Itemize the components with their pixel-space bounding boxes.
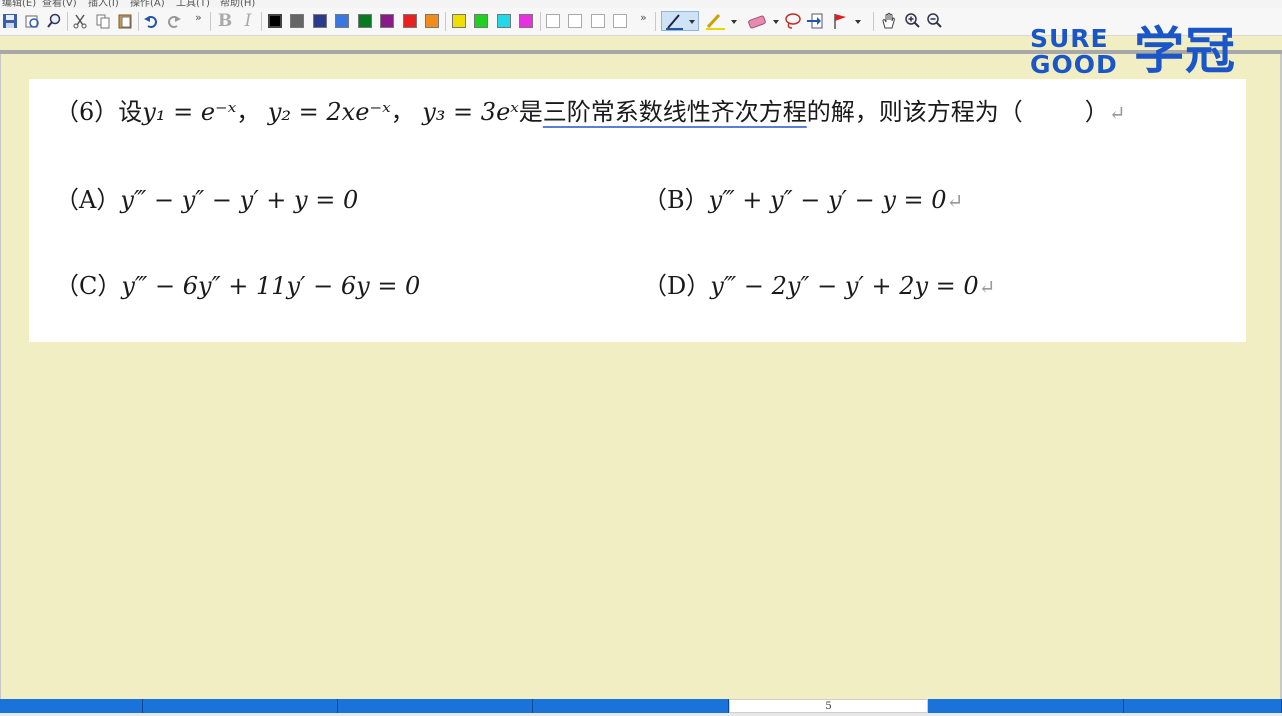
menu-edit[interactable]: 编辑(E) [2, 0, 36, 8]
color-swatch-empty-4[interactable] [613, 14, 627, 28]
color-swatch-lime[interactable] [474, 14, 488, 28]
italic-icon[interactable]: I [239, 11, 257, 31]
menu-insert[interactable]: 插入(I) [88, 0, 119, 8]
menu-view[interactable]: 查看(V) [42, 0, 77, 8]
color-swatch-blue[interactable] [335, 14, 349, 28]
menu-action[interactable]: 操作(A) [130, 0, 165, 8]
return-mark: ↵ [946, 189, 964, 213]
color-swatch-gray[interactable] [290, 14, 304, 28]
question-card: （6）设y₁ = e⁻ˣ， y₂ = 2xe⁻ˣ， y₃ = 3eˣ是三阶常系数… [29, 79, 1246, 342]
pan-hand-icon[interactable] [880, 11, 898, 31]
option-d[interactable]: （D）y‴ − 2y″ − y′ + 2y = 0↵ [643, 271, 995, 302]
toolbar-separator [655, 12, 656, 31]
status-segment [1124, 699, 1282, 713]
status-segment [928, 699, 1124, 713]
option-b-formula: y‴ + y″ − y′ − y = 0 [708, 186, 947, 214]
stem-middle: 是 [518, 98, 543, 126]
color-swatch-empty-1[interactable] [546, 14, 560, 28]
stem-suffix: 的解，则该方程为（ [806, 98, 1023, 126]
option-b-label: （B） [643, 186, 709, 214]
cut-icon[interactable] [71, 11, 89, 31]
toolbar-separator [445, 12, 446, 31]
toolbar-separator [67, 12, 68, 31]
highlighter-icon[interactable] [703, 11, 739, 31]
color-swatch-green[interactable] [358, 14, 372, 28]
option-d-label: （D） [643, 272, 711, 300]
color-swatch-yellow[interactable] [452, 14, 466, 28]
toolbar-separator [138, 12, 139, 31]
status-segment [0, 699, 143, 713]
copy-icon[interactable] [94, 11, 112, 31]
toolbar-separator [873, 12, 874, 31]
option-d-formula: y‴ − 2y″ − y′ + 2y = 0 [710, 272, 979, 300]
pen-tool-icon[interactable] [661, 11, 699, 31]
color-swatch-black[interactable] [268, 14, 282, 28]
option-c[interactable]: （C）y‴ − 6y″ + 11y′ − 6y = 0 [55, 271, 420, 301]
color-swatch-navy[interactable] [313, 14, 327, 28]
option-c-label: （C） [55, 272, 122, 300]
page-number[interactable]: 5 [729, 699, 928, 713]
question-number: （6）设 [55, 98, 143, 126]
color-swatch-empty-3[interactable] [591, 14, 605, 28]
toolbar-separator [210, 12, 211, 31]
zoom-out-icon[interactable] [925, 11, 943, 31]
toolbar-overflow-icon[interactable]: » [195, 11, 202, 24]
lasso-icon[interactable] [784, 11, 802, 31]
menu-help[interactable]: 帮助(H) [220, 0, 255, 8]
undo-icon[interactable] [142, 11, 160, 31]
save-icon[interactable] [1, 11, 19, 31]
paste-icon[interactable] [116, 11, 134, 31]
bold-icon[interactable]: B [216, 11, 234, 31]
zoom-in-icon[interactable] [903, 11, 921, 31]
menu-tools[interactable]: 工具(T) [176, 0, 210, 8]
redo-icon[interactable] [165, 11, 183, 31]
logo-en-line1: SURE [1030, 24, 1109, 53]
blank-close: ） [1084, 98, 1109, 126]
insert-page-icon[interactable] [806, 11, 824, 31]
color-swatch-orange[interactable] [425, 14, 439, 28]
find-icon[interactable] [45, 11, 63, 31]
flag-icon[interactable] [830, 11, 864, 31]
option-c-formula: y‴ − 6y″ + 11y′ − 6y = 0 [121, 272, 421, 300]
comma: ， [390, 98, 415, 126]
logo-en-line2: GOOD [1030, 50, 1118, 79]
color-swatch-magenta[interactable] [519, 14, 533, 28]
status-segment [143, 699, 338, 713]
comma: ， [236, 98, 261, 126]
sure-good-logo: SURE GOOD 学冠 [1030, 22, 1260, 82]
page-left-border [0, 54, 1, 699]
toolbar-separator [261, 12, 262, 31]
logo-chinese: 学冠 [1134, 22, 1236, 80]
color-swatch-purple[interactable] [380, 14, 394, 28]
return-mark: ↵ [978, 275, 996, 299]
equation-y2: y₂ = 2xe⁻ˣ [267, 98, 391, 126]
print-preview-icon[interactable] [23, 11, 41, 31]
status-bar: 5 [0, 699, 1282, 716]
logo-english: SURE GOOD [1030, 26, 1130, 78]
eraser-icon[interactable] [745, 11, 781, 31]
toolbar-overflow-icon[interactable]: » [640, 11, 647, 24]
status-segment [533, 699, 729, 713]
option-b[interactable]: （B）y‴ + y″ − y′ − y = 0↵ [643, 185, 963, 216]
color-swatch-red[interactable] [403, 14, 417, 28]
equation-y3: y₃ = 3eˣ [422, 98, 519, 126]
color-swatch-empty-2[interactable] [568, 14, 582, 28]
status-segment [338, 699, 533, 713]
toolbar-separator [540, 12, 541, 31]
option-a-label: （A） [55, 186, 121, 214]
option-a[interactable]: （A）y‴ − y″ − y′ + y = 0 [55, 185, 358, 215]
equation-y1: y₁ = e⁻ˣ [142, 98, 237, 126]
underlined-term: 三阶常系数线性齐次方程 [542, 98, 807, 126]
return-mark: ↵ [1108, 101, 1126, 125]
question-stem: （6）设y₁ = e⁻ˣ， y₂ = 2xe⁻ˣ， y₃ = 3eˣ是三阶常系数… [55, 97, 1126, 128]
option-a-formula: y‴ − y″ − y′ + y = 0 [120, 186, 359, 214]
color-swatch-cyan[interactable] [497, 14, 511, 28]
menu-bar: 编辑(E) 查看(V) 插入(I) 操作(A) 工具(T) 帮助(H) [0, 0, 1282, 8]
